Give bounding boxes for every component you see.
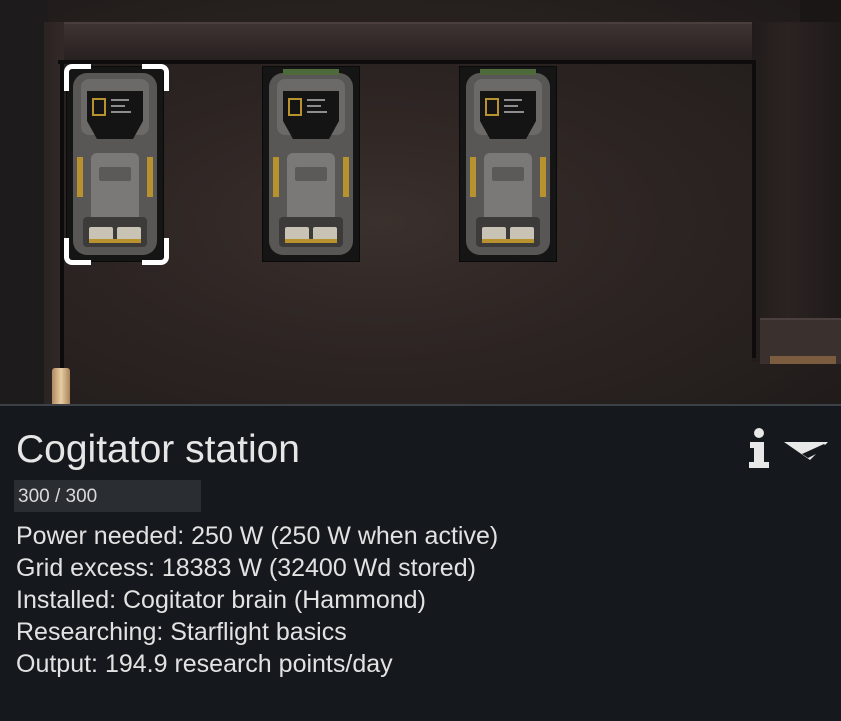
power-needed-text: Power needed: 250 W (250 W when active) <box>16 522 499 550</box>
cogitator-station-1[interactable] <box>66 66 164 262</box>
selection-title: Cogitator station <box>16 428 300 471</box>
info-button[interactable] <box>744 426 774 472</box>
cogitator-station-icon <box>466 69 550 255</box>
cogitator-station-icon <box>269 69 353 255</box>
selection-bracket-bottom-right-icon <box>142 238 169 265</box>
cogitator-station-3[interactable] <box>459 66 557 262</box>
door[interactable] <box>52 368 70 404</box>
wall-top[interactable] <box>44 22 778 64</box>
hit-points-label: 300 / 300 <box>18 486 98 507</box>
researching-text: Researching: Starflight basics <box>16 618 347 646</box>
collapse-button[interactable] <box>782 436 832 466</box>
installed-text: Installed: Cogitator brain (Hammond) <box>16 586 426 614</box>
cogitator-station-icon <box>73 73 157 255</box>
wall-corner-trim <box>770 356 836 364</box>
info-lines: Power needed: 250 W (250 W when active) … <box>16 520 498 680</box>
collapse-chevron-icon <box>784 442 828 460</box>
room-edge-right <box>752 62 756 358</box>
wall-right[interactable] <box>752 22 841 362</box>
unexplored-area <box>0 0 48 404</box>
hit-points-bar: 300 / 300 <box>14 480 201 512</box>
selection-bracket-bottom-left-icon <box>64 238 91 265</box>
room-edge-left <box>60 62 64 372</box>
grid-excess-text: Grid excess: 18383 W (32400 Wd stored) <box>16 554 476 582</box>
game-map-view[interactable] <box>0 0 841 404</box>
inspect-panel: Cogitator station 300 / 300 Power needed… <box>0 404 841 721</box>
output-text: Output: 194.9 research points/day <box>16 650 393 678</box>
selection-bracket-top-right-icon <box>142 64 169 91</box>
cogitator-station-2[interactable] <box>262 66 360 262</box>
selection-bracket-top-left-icon <box>64 64 91 91</box>
info-icon <box>749 428 769 468</box>
